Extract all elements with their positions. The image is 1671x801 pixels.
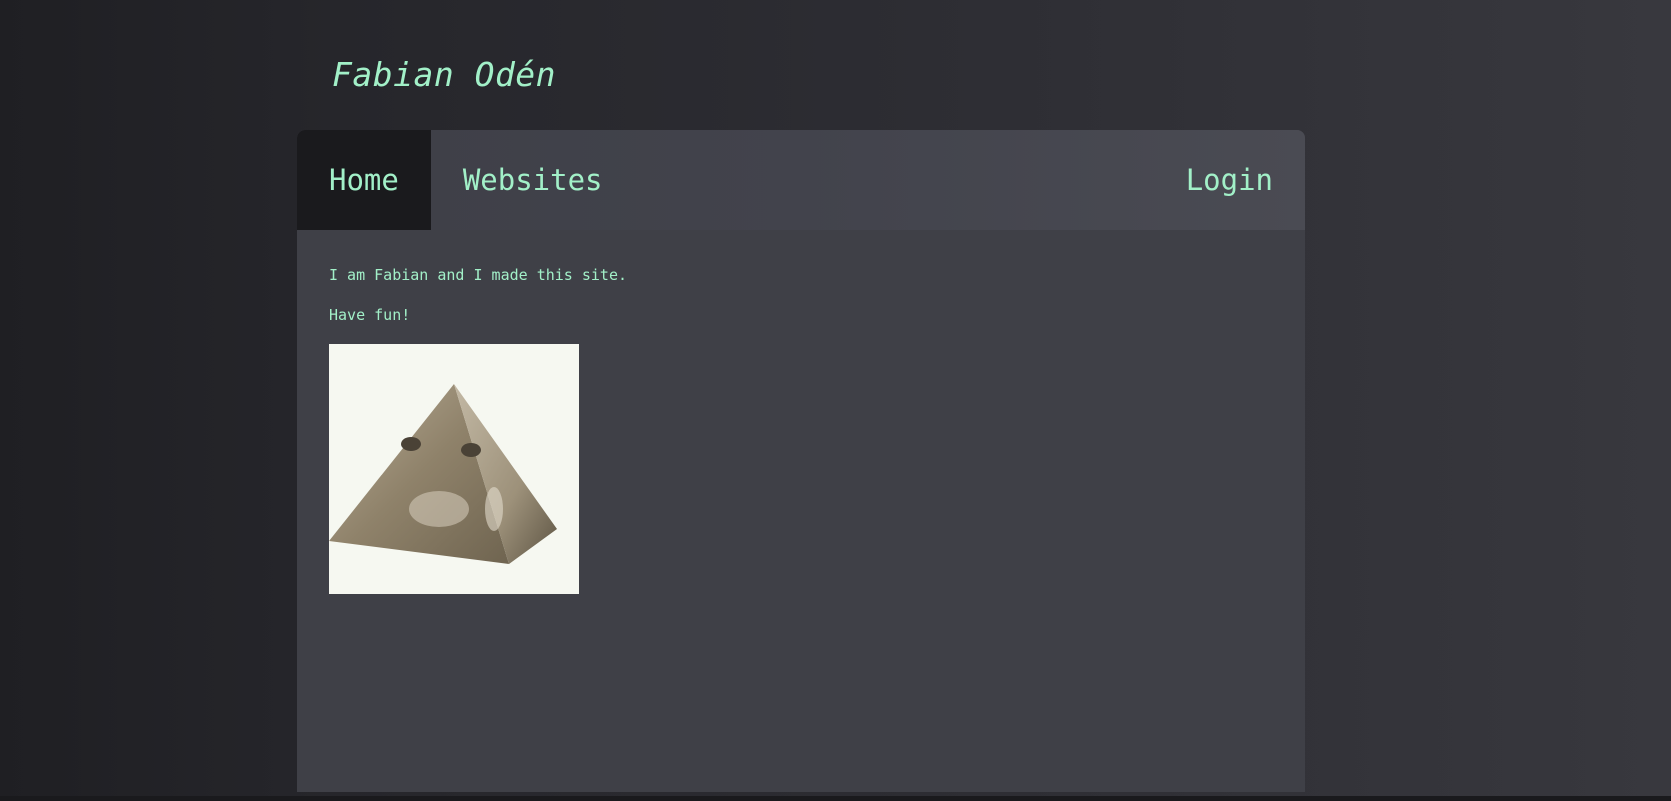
nav-item-home[interactable]: Home: [297, 130, 431, 230]
nav-item-websites[interactable]: Websites: [431, 130, 635, 230]
pyramid-image: [329, 344, 579, 594]
site-title: Fabian Odén: [332, 55, 557, 94]
main-panel: Home Websites Login I am Fabian and I ma…: [297, 130, 1305, 792]
nav-item-login[interactable]: Login: [1154, 130, 1305, 230]
pyramid-graphic: [329, 384, 557, 564]
fun-text: Have fun!: [329, 306, 411, 324]
intro-text: I am Fabian and I made this site.: [329, 266, 628, 284]
bottom-bar: [0, 796, 1671, 801]
top-nav: Home Websites Login: [297, 130, 1305, 230]
page-content: I am Fabian and I made this site. Have f…: [297, 230, 1305, 630]
